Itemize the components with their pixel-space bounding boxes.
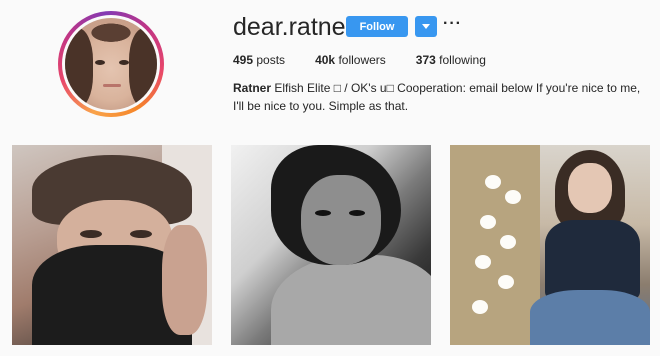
avatar-hair-left (65, 28, 93, 108)
post2-face (301, 175, 381, 265)
post1-arm (162, 225, 207, 335)
post3-flower (505, 190, 521, 204)
chevron-down-icon (422, 24, 430, 29)
post3-flower (475, 255, 491, 269)
post2-eye-right (349, 210, 365, 216)
avatar-mouth (103, 84, 121, 87)
post1-eye-right (130, 230, 152, 238)
avatar-eye-right (119, 60, 129, 65)
post3-jeans (530, 290, 650, 345)
avatar-hair-right (129, 28, 157, 108)
post-thumbnail-2[interactable] (231, 145, 431, 345)
post3-flower (480, 215, 496, 229)
followers-label: followers (338, 53, 386, 67)
followers-count: 40k (315, 53, 336, 67)
more-options-icon[interactable]: ··· (443, 16, 462, 32)
post3-shirt (545, 220, 640, 300)
profile-stats: 495 posts 40k followers 373 following (233, 53, 516, 67)
bio-name: Ratner (233, 81, 272, 95)
post3-flower (498, 275, 514, 289)
post2-shoulder (271, 255, 431, 345)
follow-button[interactable]: Follow (346, 16, 408, 37)
bio-text: Elfish Elite □ / OK's u□ Cooperation: em… (233, 81, 641, 113)
avatar-frame (62, 15, 160, 113)
post3-face (568, 163, 612, 213)
post3-flower (500, 235, 516, 249)
post-thumbnail-1[interactable] (12, 145, 212, 345)
post3-flower (472, 300, 488, 314)
post2-eye-left (315, 210, 331, 216)
following-count: 373 (415, 53, 436, 67)
post3-flower (485, 175, 501, 189)
following-label: following (439, 53, 486, 67)
stat-followers[interactable]: 40k followers (315, 53, 386, 67)
profile-username: dear.ratner (233, 13, 354, 41)
suggested-dropdown-button[interactable] (415, 16, 437, 37)
stat-posts: 495 posts (233, 53, 285, 67)
profile-bio: Ratner Elfish Elite □ / OK's u□ Cooperat… (233, 79, 643, 115)
stat-following[interactable]: 373 following (416, 53, 486, 67)
profile-avatar[interactable] (58, 11, 164, 117)
posts-count: 495 (233, 53, 254, 67)
avatar-eye-left (95, 60, 105, 65)
posts-label: posts (256, 53, 286, 67)
avatar-photo (65, 18, 157, 110)
post-thumbnail-3[interactable] (450, 145, 650, 345)
post1-eye-left (80, 230, 102, 238)
